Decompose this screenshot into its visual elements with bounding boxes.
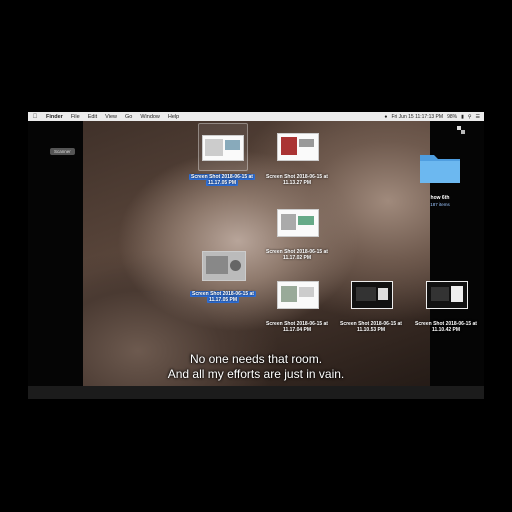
file-label[interactable]: Screen Shot 2018-06-15 at 11.17.05 PM [183,291,263,303]
file-label[interactable]: Screen Shot 2018-06-15 at 11.13.27 PM [257,174,337,186]
file-label[interactable]: Screen Shot 2018-06-15 at 11.17.02 PM [257,249,337,261]
battery-percent[interactable]: 98% [447,114,457,120]
screenshot-thumbnail[interactable] [351,281,393,309]
status-area: ● Fri Jun 15 11:17:13 PM 98% ▮ ⚲ ☰ [384,112,480,121]
dock [28,386,484,399]
menu-view[interactable]: View [101,114,121,120]
screenshot-thumbnail[interactable] [277,133,319,161]
notification-icon[interactable]: ☰ [476,114,480,120]
file-label[interactable]: Screen Shot 2018-06-15 at 11.17.05 PM [182,174,262,186]
menu-bar:  Finder File Edit View Go Window Help ●… [28,112,484,121]
folder-item-count: 187 items [430,202,450,207]
screenshot-thumbnail[interactable] [277,281,319,309]
menu-help[interactable]: Help [164,114,183,120]
menu-file[interactable]: File [67,114,84,120]
subtitle-line-1: No one needs that room. [189,352,323,366]
screenshot-thumbnail[interactable] [277,209,319,237]
menu-edit[interactable]: Edit [84,114,101,120]
folder-label[interactable]: how 6th [408,195,472,201]
clock[interactable]: Fri Jun 15 11:17:13 PM [391,114,443,120]
subtitle-line-2: And all my efforts are just in vain. [167,367,345,381]
search-icon[interactable]: ⚲ [468,114,472,120]
menu-window[interactable]: Window [136,114,164,120]
screenshot-thumbnail[interactable] [202,251,246,281]
menu-go[interactable]: Go [121,114,136,120]
screen:  Finder File Edit View Go Window Help ●… [28,112,484,399]
file-label[interactable]: Screen Shot 2018-06-15 at 11.17.04 PM [257,321,337,333]
screenshot-thumbnail[interactable] [202,135,244,161]
file-label[interactable]: Screen Shot 2018-06-15 at 11.10.42 PM [406,321,484,333]
file-label[interactable]: Screen Shot 2018-06-15 at 11.10.53 PM [331,321,411,333]
folder-icon[interactable] [418,149,462,185]
screenshot-thumbnail[interactable] [426,281,468,309]
apple-menu-icon[interactable]:  [28,114,42,120]
menu-app-finder[interactable]: Finder [42,114,67,120]
stack-icon[interactable] [456,125,466,135]
wifi-icon[interactable]: ● [384,114,387,120]
scanner-button[interactable]: Scanner [50,148,75,155]
battery-icon[interactable]: ▮ [461,114,464,120]
